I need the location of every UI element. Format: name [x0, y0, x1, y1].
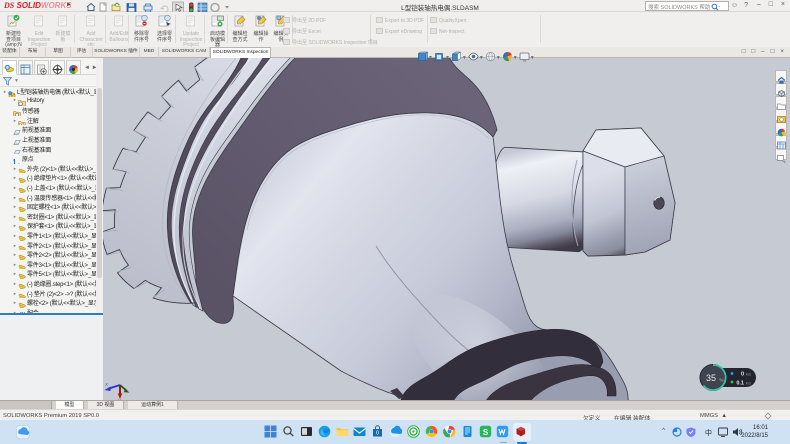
svg-text:%: %	[720, 378, 724, 383]
svg-text:35: 35	[706, 373, 716, 383]
svg-text:0: 0	[376, 431, 379, 437]
svg-text:K/s: K/s	[746, 373, 751, 377]
svg-text:S: S	[483, 428, 489, 437]
svg-text:X: X	[104, 382, 109, 387]
svg-text:K/s: K/s	[746, 382, 751, 386]
svg-text:0.1: 0.1	[736, 381, 744, 387]
svg-text:0: 0	[741, 372, 744, 378]
